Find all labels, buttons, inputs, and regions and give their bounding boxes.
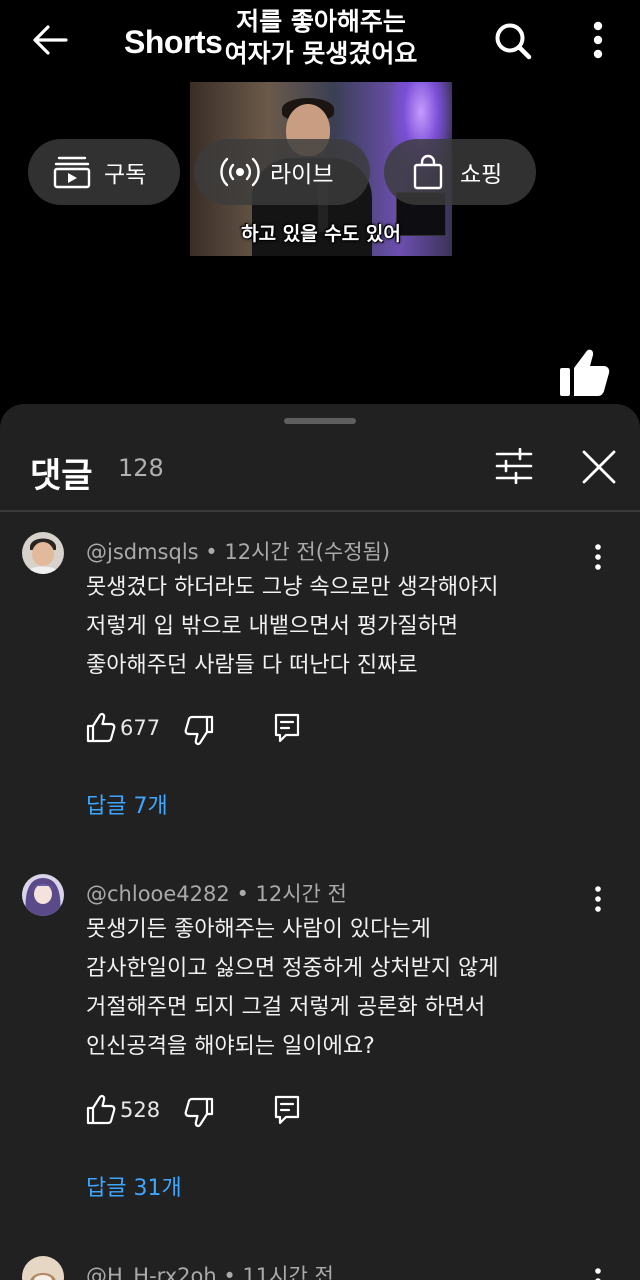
filter-sliders-icon bbox=[495, 447, 533, 485]
thumbs-down-icon bbox=[184, 1097, 214, 1128]
comment-more-button[interactable] bbox=[588, 1266, 608, 1280]
top-bar: Shorts bbox=[0, 0, 640, 82]
comment-item: @jsdmsqls • 12시간 전(수정됨) 못생겼다 하더라도 그냥 속으로… bbox=[0, 532, 640, 832]
comment-author[interactable]: @chlooe4282 bbox=[86, 882, 230, 906]
like-count: 528 bbox=[120, 1098, 161, 1122]
comment-author[interactable]: @H_H-rx2oh bbox=[86, 1264, 217, 1280]
thumbs-up-icon bbox=[86, 712, 116, 743]
more-vertical-icon bbox=[595, 886, 601, 912]
back-button[interactable] bbox=[28, 20, 72, 60]
close-sheet-button[interactable] bbox=[580, 448, 618, 486]
comment-actions: 677 bbox=[86, 712, 346, 752]
sheet-divider bbox=[0, 510, 640, 512]
comment-meta: @jsdmsqls • 12시간 전(수정됨) bbox=[86, 536, 390, 566]
search-button[interactable] bbox=[492, 20, 534, 62]
comments-sheet: 댓글 128 @jsdmsqls • 12시간 전(수정됨) 못생겼다 하더라도… bbox=[0, 404, 640, 1280]
meta-separator: • bbox=[223, 1264, 243, 1280]
comment-meta: @H_H-rx2oh • 11시간 전 bbox=[86, 1260, 334, 1280]
sheet-drag-handle[interactable] bbox=[284, 418, 356, 424]
view-replies-link[interactable]: 답글 7개 bbox=[86, 788, 168, 820]
comment-actions: 528 bbox=[86, 1094, 346, 1134]
comment-author[interactable]: @jsdmsqls bbox=[86, 540, 199, 564]
comments-count: 128 bbox=[118, 454, 164, 482]
avatar[interactable] bbox=[22, 874, 64, 916]
comment-time: 12시간 전(수정됨) bbox=[224, 540, 391, 564]
chip-live[interactable]: 라이브 bbox=[194, 139, 370, 205]
comment-reply-button[interactable] bbox=[272, 712, 302, 744]
comment-line: 좋아해주던 사람들 다 떠난다 진짜로 bbox=[86, 653, 418, 678]
reply-comment-icon bbox=[274, 713, 300, 743]
comment-line: 거절해주면 되지 그걸 저렇게 공론화 하면서 bbox=[86, 995, 486, 1020]
sort-filter-button[interactable] bbox=[494, 447, 534, 485]
like-count: 677 bbox=[120, 716, 161, 740]
comment-dislike-button[interactable] bbox=[184, 1096, 214, 1128]
comment-time: 11시간 전 bbox=[242, 1264, 334, 1280]
chip-subscriptions[interactable]: 구독 bbox=[28, 139, 180, 205]
comment-like-button[interactable] bbox=[86, 1094, 116, 1126]
more-vertical-icon bbox=[595, 1268, 601, 1280]
video-like-button[interactable] bbox=[556, 346, 612, 398]
comments-title: 댓글 bbox=[30, 456, 93, 496]
close-icon bbox=[582, 450, 616, 484]
chip-label-live: 라이브 bbox=[270, 162, 334, 188]
video-caption: 하고 있을 수도 있어 bbox=[241, 223, 401, 245]
comment-item: @H_H-rx2oh • 11시간 전 bbox=[0, 1256, 640, 1280]
more-vertical-icon bbox=[595, 544, 601, 570]
more-options-button[interactable] bbox=[584, 18, 612, 62]
comment-line: 인신공격을 해야되는 일이에요? bbox=[86, 1034, 375, 1059]
comment-more-button[interactable] bbox=[588, 542, 608, 572]
thumbs-up-filled-icon bbox=[560, 349, 610, 396]
comment-item: @chlooe4282 • 12시간 전 못생기든 좋아해주는 사람이 있다는게… bbox=[0, 874, 640, 1214]
comment-line: 저렇게 입 밖으로 내뱉으면서 평가질하면 bbox=[86, 614, 459, 639]
comment-line: 감사한일이고 싫으면 정중하게 상처받지 않게 bbox=[86, 956, 499, 981]
comment-text: 못생기든 좋아해주는 사람이 있다는게 감사한일이고 싫으면 정중하게 상처받지… bbox=[86, 910, 566, 1066]
arrow-left-icon bbox=[33, 25, 68, 55]
chip-label-subscriptions: 구독 bbox=[104, 162, 147, 188]
thumbs-up-icon bbox=[86, 1094, 116, 1125]
reply-comment-icon bbox=[274, 1095, 300, 1125]
comment-line: 못생기든 좋아해주는 사람이 있다는게 bbox=[86, 917, 431, 942]
chip-shopping[interactable]: 쇼핑 bbox=[384, 139, 536, 205]
live-icon bbox=[220, 154, 260, 190]
avatar[interactable] bbox=[22, 1256, 64, 1280]
chip-label-shopping: 쇼핑 bbox=[460, 162, 503, 188]
comment-text: 못생겼다 하더라도 그냥 속으로만 생각해야지 저렇게 입 밖으로 내뱉으면서 … bbox=[86, 568, 566, 685]
subscriptions-icon bbox=[52, 154, 92, 190]
more-vertical-icon bbox=[593, 21, 603, 59]
avatar[interactable] bbox=[22, 532, 64, 574]
meta-separator: • bbox=[205, 540, 225, 564]
comment-reply-button[interactable] bbox=[272, 1094, 302, 1126]
view-replies-link[interactable]: 답글 31개 bbox=[86, 1170, 182, 1202]
page-title: Shorts bbox=[124, 24, 223, 60]
comment-like-button[interactable] bbox=[86, 712, 116, 744]
comment-time: 12시간 전 bbox=[255, 882, 347, 906]
comment-meta: @chlooe4282 • 12시간 전 bbox=[86, 878, 347, 908]
comment-more-button[interactable] bbox=[588, 884, 608, 914]
comment-dislike-button[interactable] bbox=[184, 714, 214, 746]
meta-separator: • bbox=[236, 882, 256, 906]
search-icon bbox=[495, 23, 532, 60]
thumbs-down-icon bbox=[184, 715, 214, 746]
shorts-video-area[interactable]: 하고 있을 수도 있어 저를 좋아해주는 여자가 못생겼어요 Shorts 구독… bbox=[0, 0, 640, 410]
shopping-bag-icon bbox=[408, 154, 448, 190]
comment-line: 못생겼다 하더라도 그냥 속으로만 생각해야지 bbox=[86, 575, 499, 600]
